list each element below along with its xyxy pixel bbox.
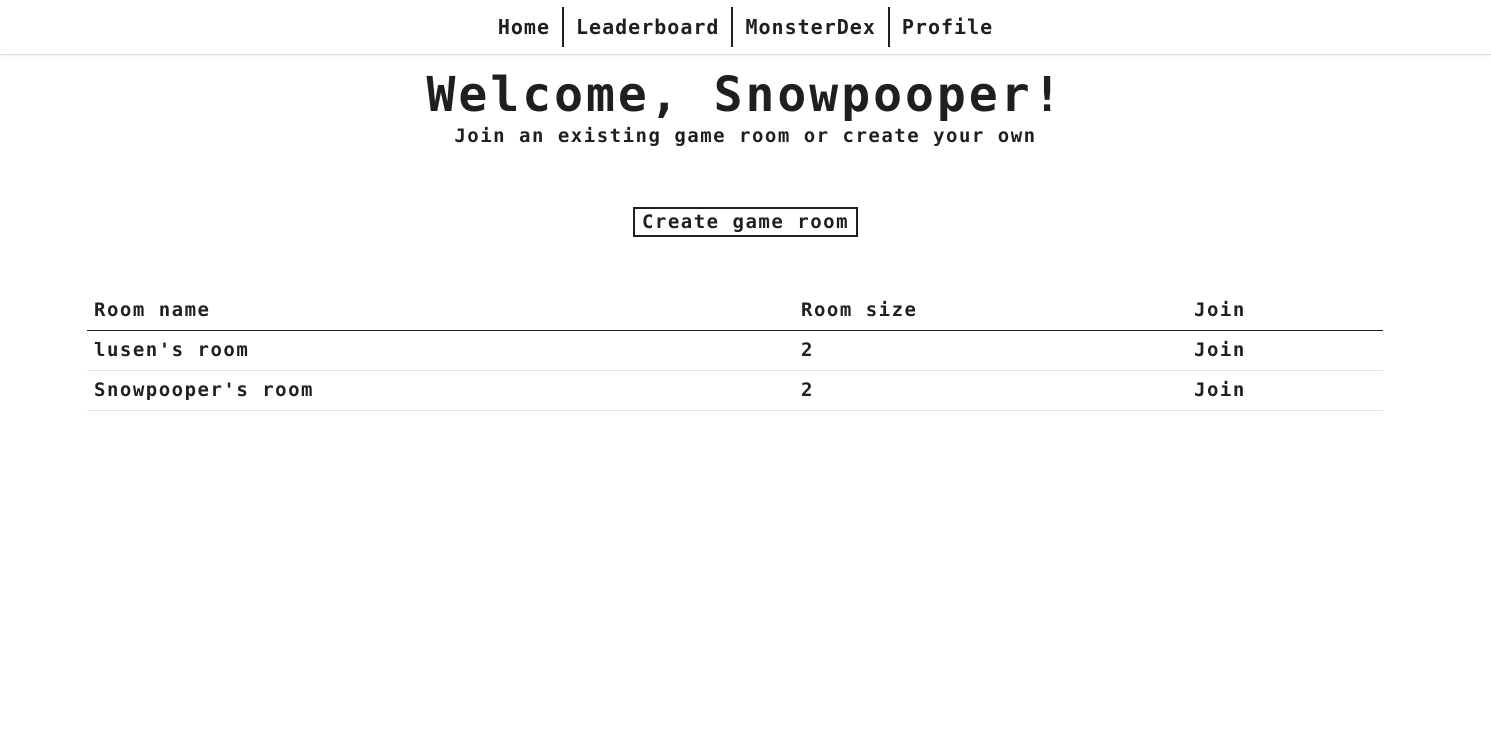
room-size-cell: 2	[801, 379, 814, 401]
join-room-link[interactable]: Join	[1187, 330, 1383, 370]
table-row: Snowpooper's room 2 Join	[87, 370, 1383, 410]
nav-profile-link[interactable]: Profile	[890, 7, 1005, 47]
header-join: Join	[1194, 298, 1246, 321]
nav-monsterdex-link[interactable]: MonsterDex	[733, 7, 887, 47]
room-name-cell: lusen's room	[94, 339, 250, 361]
nav-leaderboard-link[interactable]: Leaderboard	[564, 7, 731, 47]
nav-home-link[interactable]: Home	[486, 7, 562, 47]
table-row: lusen's room 2 Join	[87, 330, 1383, 370]
rooms-table: Room name Room size Join lusen's room 2 …	[87, 290, 1383, 411]
room-size-cell: 2	[801, 339, 814, 361]
page-subtitle: Join an existing game room or create you…	[454, 125, 1037, 147]
top-nav: Home Leaderboard MonsterDex Profile	[0, 0, 1491, 55]
room-name-cell: Snowpooper's room	[94, 379, 314, 401]
create-game-room-button[interactable]: Create game room	[632, 207, 859, 237]
join-room-link[interactable]: Join	[1187, 370, 1383, 410]
hero-section: Welcome, Snowpooper! Join an existing ga…	[0, 69, 1491, 147]
page-title: Welcome, Snowpooper!	[426, 67, 1065, 123]
header-room-name: Room name	[94, 298, 211, 321]
table-header-row: Room name Room size Join	[87, 290, 1383, 330]
nav-list: Home Leaderboard MonsterDex Profile	[486, 7, 1005, 47]
header-room-size: Room size	[801, 298, 918, 321]
create-room-container: Create game room	[0, 207, 1491, 237]
